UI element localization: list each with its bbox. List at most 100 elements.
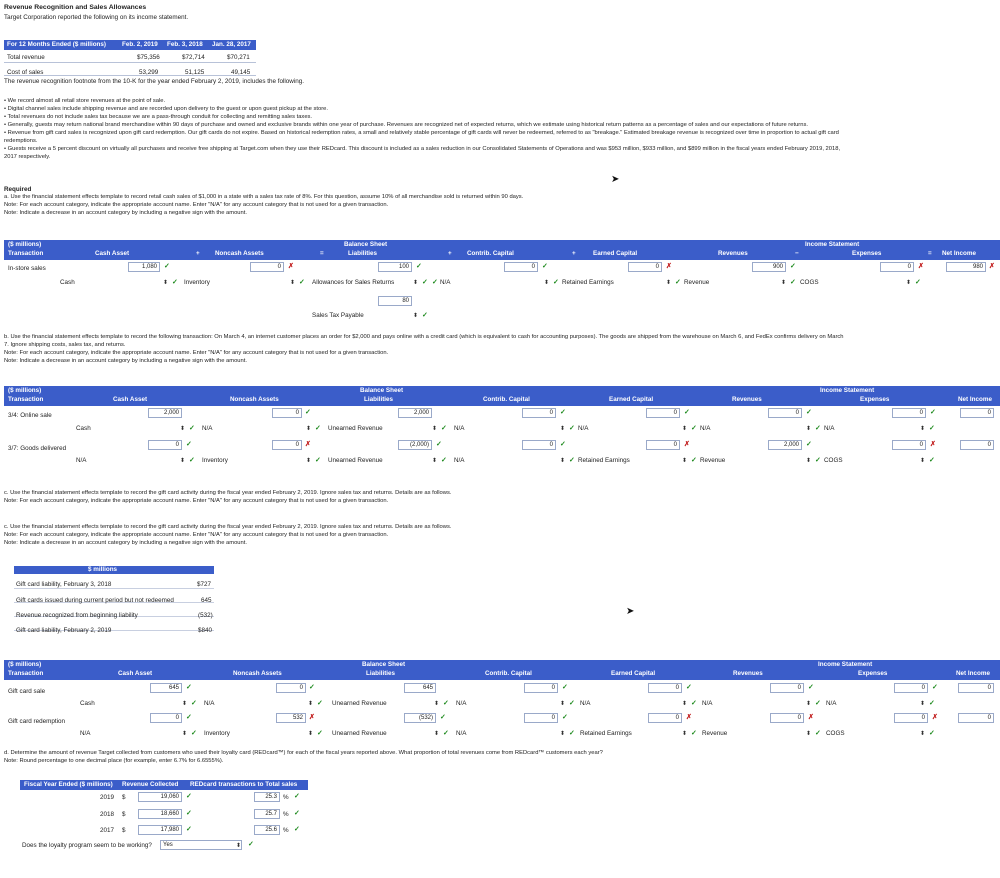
revenue-account[interactable]: Revenue: [702, 730, 727, 737]
revenue-amount-input[interactable]: 0: [768, 408, 802, 418]
dropdown-caret-icon[interactable]: ⬍: [308, 730, 313, 737]
liab-account-2[interactable]: N/A: [456, 700, 467, 707]
net-income-input[interactable]: 980: [946, 262, 986, 272]
dropdown-caret-icon[interactable]: ⬍: [682, 457, 687, 464]
dropdown-caret-icon[interactable]: ⬍: [560, 457, 565, 464]
liab-account[interactable]: Allowances for Sales Returns: [312, 279, 394, 286]
liab-account-2[interactable]: N/A: [440, 279, 451, 286]
dropdown-caret-icon[interactable]: ⬍: [544, 279, 549, 286]
dropdown-caret-icon[interactable]: ⬍: [806, 730, 811, 737]
earned-account[interactable]: Retained Earnings: [578, 457, 630, 464]
noncash-amount-input[interactable]: 532: [276, 713, 306, 723]
cash-amount-input[interactable]: 645: [150, 683, 182, 693]
expense-amount-input[interactable]: 0: [892, 440, 926, 450]
dropdown-caret-icon[interactable]: ⬍: [413, 312, 418, 319]
dropdown-caret-icon[interactable]: ⬍: [306, 425, 311, 432]
noncash-account[interactable]: Inventory: [204, 730, 230, 737]
expense-account[interactable]: COGS: [824, 457, 843, 464]
redcard-pct-input[interactable]: 25.7: [254, 809, 280, 819]
dropdown-caret-icon[interactable]: ⬍: [182, 700, 187, 707]
dropdown-caret-icon[interactable]: ⬍: [432, 425, 437, 432]
expense-amount-input[interactable]: 0: [880, 262, 914, 272]
earned-amount-input[interactable]: 0: [646, 440, 680, 450]
expense-amount-input[interactable]: 0: [892, 408, 926, 418]
revenue-collected-input[interactable]: 18,660: [138, 809, 182, 819]
contrib-amount-input[interactable]: 0: [524, 683, 558, 693]
earned-account[interactable]: N/A: [580, 700, 591, 707]
liab-account-3[interactable]: Sales Tax Payable: [312, 312, 364, 319]
redcard-pct-input[interactable]: 25.3: [254, 792, 280, 802]
revenue-amount-input[interactable]: 900: [752, 262, 786, 272]
dropdown-caret-icon[interactable]: ⬍: [920, 425, 925, 432]
loyalty-answer-select[interactable]: Yes: [160, 840, 242, 850]
earned-amount-input[interactable]: 0: [648, 713, 682, 723]
revenue-amount-input[interactable]: 0: [770, 713, 804, 723]
expense-account[interactable]: COGS: [800, 279, 819, 286]
liab-account[interactable]: Unearned Revenue: [332, 730, 387, 737]
revenue-amount-input[interactable]: 2,000: [768, 440, 802, 450]
dropdown-caret-icon[interactable]: ⬍: [906, 279, 911, 286]
redcard-pct-input[interactable]: 25.6: [254, 825, 280, 835]
dropdown-caret-icon[interactable]: ⬍: [306, 457, 311, 464]
cash-account[interactable]: N/A: [76, 457, 87, 464]
dropdown-caret-icon[interactable]: ⬍: [781, 279, 786, 286]
dropdown-caret-icon[interactable]: ⬍: [434, 700, 439, 707]
noncash-amount-input[interactable]: 0: [276, 683, 306, 693]
expense-amount-input[interactable]: 0: [894, 683, 928, 693]
liab-amount-input[interactable]: (2,000): [398, 440, 432, 450]
revenue-account[interactable]: N/A: [702, 700, 713, 707]
dropdown-caret-icon[interactable]: ⬍: [806, 457, 811, 464]
liab-amount-input[interactable]: 2,000: [398, 408, 432, 418]
contrib-amount-input[interactable]: 0: [522, 408, 556, 418]
dropdown-caret-icon[interactable]: ⬍: [806, 425, 811, 432]
contrib-amount-input[interactable]: 0: [524, 713, 558, 723]
liab-account[interactable]: Unearned Revenue: [328, 425, 383, 432]
liab-amount-input[interactable]: (532): [404, 713, 436, 723]
revenue-account[interactable]: Revenue: [684, 279, 709, 286]
revenue-collected-input[interactable]: 19,060: [138, 792, 182, 802]
cash-amount-input[interactable]: 0: [148, 440, 182, 450]
net-income-input[interactable]: 0: [958, 713, 994, 723]
dropdown-caret-icon[interactable]: ⬍: [806, 700, 811, 707]
dropdown-caret-icon[interactable]: ⬍: [180, 457, 185, 464]
dropdown-caret-icon[interactable]: ⬍: [682, 730, 687, 737]
cash-account[interactable]: Cash: [60, 279, 75, 286]
expense-account[interactable]: N/A: [826, 700, 837, 707]
earned-amount-input[interactable]: 0: [648, 683, 682, 693]
contrib-amount-input[interactable]: 0: [504, 262, 538, 272]
expense-account[interactable]: N/A: [824, 425, 835, 432]
revenue-amount-input[interactable]: 0: [770, 683, 804, 693]
dropdown-caret-icon[interactable]: ⬍: [560, 700, 565, 707]
liab-account-2[interactable]: N/A: [454, 457, 465, 464]
earned-account[interactable]: Retained Earnings: [580, 730, 632, 737]
dropdown-caret-icon[interactable]: ⬍: [236, 842, 241, 849]
expense-account[interactable]: COGS: [826, 730, 845, 737]
noncash-account[interactable]: N/A: [202, 425, 213, 432]
noncash-account[interactable]: Inventory: [184, 279, 210, 286]
dropdown-caret-icon[interactable]: ⬍: [413, 279, 418, 286]
dropdown-caret-icon[interactable]: ⬍: [432, 457, 437, 464]
liab-amount-input-2[interactable]: 80: [378, 296, 412, 306]
dropdown-caret-icon[interactable]: ⬍: [434, 730, 439, 737]
noncash-amount-input[interactable]: 0: [272, 440, 302, 450]
dropdown-caret-icon[interactable]: ⬍: [682, 425, 687, 432]
dropdown-caret-icon[interactable]: ⬍: [560, 425, 565, 432]
earned-amount-input[interactable]: 0: [646, 408, 680, 418]
cash-account[interactable]: Cash: [80, 700, 95, 707]
dropdown-caret-icon[interactable]: ⬍: [920, 730, 925, 737]
earned-account[interactable]: N/A: [578, 425, 589, 432]
noncash-amount-input[interactable]: 0: [272, 408, 302, 418]
revenue-collected-input[interactable]: 17,980: [138, 825, 182, 835]
contrib-amount-input[interactable]: 0: [522, 440, 556, 450]
revenue-account[interactable]: N/A: [700, 425, 711, 432]
cash-amount-input[interactable]: 2,000: [148, 408, 182, 418]
dropdown-caret-icon[interactable]: ⬍: [560, 730, 565, 737]
dropdown-caret-icon[interactable]: ⬍: [308, 700, 313, 707]
cash-amount-input[interactable]: 0: [150, 713, 182, 723]
cash-account[interactable]: Cash: [76, 425, 91, 432]
cash-account[interactable]: N/A: [80, 730, 91, 737]
earned-amount-input[interactable]: 0: [628, 262, 662, 272]
liab-account-2[interactable]: N/A: [456, 730, 467, 737]
cash-amount-input[interactable]: 1,080: [128, 262, 160, 272]
liab-account-2[interactable]: N/A: [454, 425, 465, 432]
